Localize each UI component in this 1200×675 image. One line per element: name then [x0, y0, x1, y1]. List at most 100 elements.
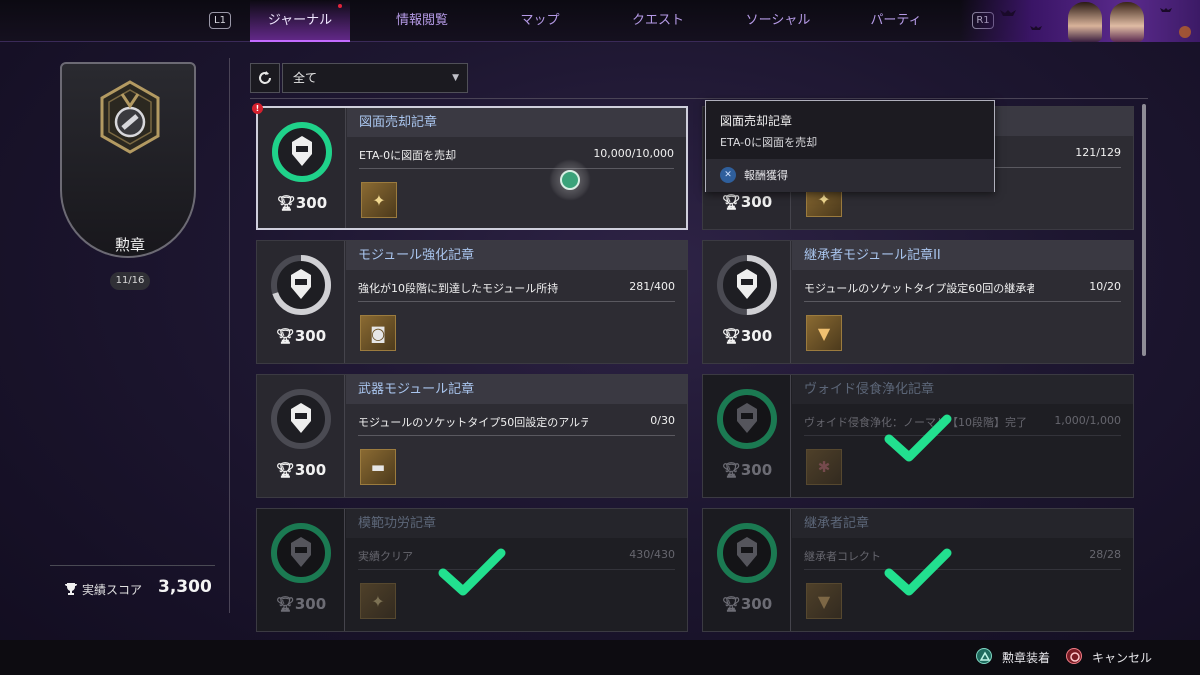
score-label: 実績スコア [82, 583, 143, 597]
card-points: 🏆︎300 [257, 461, 345, 479]
claim-reward-label: 報酬獲得 [744, 169, 788, 182]
achievement-card[interactable]: 🏆︎300 図面売却記章 ETA-0に図面を売却 10,000/10,000 ✦ [256, 106, 688, 230]
points-value: 300 [740, 327, 773, 345]
achievement-score: 実績スコア 3,300 [60, 576, 212, 600]
filter-dropdown[interactable]: 全て ▼ [282, 63, 468, 93]
tab-map[interactable]: マップ [490, 0, 590, 42]
gun-icon: ▬ [370, 458, 386, 476]
top-nav-bar: L1 ジャーナル 情報閲覧 マップ クエスト ソーシャル パーティ R1 [0, 0, 1200, 42]
medal-panel[interactable]: 勲章 11/16 [60, 62, 196, 290]
progress-ring [272, 122, 332, 182]
card-progress: 10,000/10,000 [593, 147, 674, 160]
refresh-icon [259, 71, 271, 84]
achievement-card[interactable]: 🏆︎300 継承者記章 継承者コレクト 28/28 ▼ [702, 508, 1134, 632]
void-icon: ✱ [817, 458, 831, 476]
progress-ring [717, 255, 777, 315]
points-value: 300 [740, 595, 773, 613]
divider [229, 58, 230, 613]
triangle-button-icon [976, 648, 992, 664]
reward-item[interactable]: ▼ [806, 315, 842, 351]
reward-item[interactable]: ▬ [360, 449, 396, 485]
reward-item[interactable]: ✦ [361, 182, 397, 218]
achievement-tooltip: 図面売却記章 ETA-0に図面を売却 ✕ 報酬獲得 [705, 100, 995, 192]
card-points: 🏆︎300 [703, 595, 791, 613]
achievement-card[interactable]: 🏆︎300 武器モジュール記章 モジュールのソケットタイプ50回設定のアルティ…… [256, 374, 688, 498]
tooltip-title: 図面売却記章 [720, 114, 793, 128]
character-portrait [1110, 2, 1144, 42]
card-title: 継承者モジュール記章II [792, 241, 1133, 270]
medal-title: 勲章 [114, 236, 145, 254]
card-emblem-area: 🏆︎300 [257, 509, 345, 631]
button-hint-bar: 勲章装着 キャンセル [0, 640, 1200, 675]
card-points: 🏆︎300 [703, 193, 791, 211]
medal-count-badge: 11/16 [110, 272, 150, 290]
tab-journal[interactable]: ジャーナル [250, 0, 350, 42]
filter-value: 全て [293, 71, 318, 85]
card-points: 🏆︎300 [257, 327, 345, 345]
character-portrait [1068, 2, 1102, 42]
divider [50, 565, 215, 566]
achievement-card[interactable]: 🏆︎300 ヴォイド侵食浄化記章 ヴォイド侵食浄化：ノーマル【10段階】完了 1… [702, 374, 1134, 498]
tab-label: マップ [520, 13, 560, 28]
tab-party[interactable]: パーティ [846, 0, 946, 42]
achievement-card[interactable]: 🏆︎300 モジュール強化記章 強化が10段階に到達したモジュール所持 281/… [256, 240, 688, 364]
claim-reward-row[interactable]: ✕ 報酬獲得 [706, 159, 994, 192]
trophy-icon: 🏆︎ [275, 461, 295, 479]
star-badge-icon: ✦ [371, 591, 385, 611]
l1-shoulder-button[interactable]: L1 [209, 12, 231, 29]
trophy-icon: 🏆︎ [721, 327, 741, 345]
tab-quest[interactable]: クエスト [608, 0, 708, 42]
chevron-down-icon: ▼ [452, 73, 459, 83]
medal-emblem-icon [100, 80, 160, 154]
star-badge-icon: ✦ [817, 189, 831, 209]
cancel-hint[interactable]: キャンセル [1092, 649, 1152, 666]
card-title: 模範功労記章 [346, 509, 687, 538]
card-points: 🏆︎300 [703, 327, 791, 345]
star-badge-icon: ✦ [372, 190, 386, 210]
cursor-dot [560, 170, 580, 190]
reward-item[interactable]: ✦ [360, 583, 396, 619]
card-emblem-area: 🏆︎300 [257, 375, 345, 497]
tab-label: パーティ [870, 13, 922, 28]
points-value: 300 [295, 194, 328, 212]
card-description: モジュールのソケットタイプ設定60回の継承者コ… [804, 282, 1034, 295]
checkmark-icon [438, 548, 506, 596]
points-value: 300 [294, 461, 327, 479]
controller-cursor [549, 159, 591, 201]
card-progress: 1,000/1,000 [1054, 414, 1121, 427]
trophy-icon: 🏆︎ [275, 595, 295, 613]
card-progress: 430/430 [629, 548, 675, 561]
card-points: 🏆︎300 [258, 194, 346, 212]
progress-ring [271, 523, 331, 583]
achievement-card[interactable]: 🏆︎300 模範功労記章 実績クリア 430/430 ✦ [256, 508, 688, 632]
trophy-icon: 🏆︎ [721, 595, 741, 613]
achievement-card[interactable]: 🏆︎300 継承者モジュール記章II モジュールのソケットタイプ設定60回の継承… [702, 240, 1134, 364]
tooltip-description: ETA-0に図面を売却 [720, 136, 818, 149]
progress-ring [717, 523, 777, 583]
checkmark-icon [884, 414, 952, 462]
tab-social[interactable]: ソーシャル [728, 0, 828, 42]
reward-item[interactable]: ▼ [806, 583, 842, 619]
progress-ring [271, 255, 331, 315]
card-progress: 281/400 [629, 280, 675, 293]
card-points: 🏆︎300 [257, 595, 345, 613]
divider [359, 168, 674, 169]
refresh-button[interactable] [250, 63, 280, 93]
card-title: モジュール強化記章 [346, 241, 687, 270]
score-value: 3,300 [158, 577, 212, 597]
progress-ring [717, 389, 777, 449]
notification-dot [338, 4, 342, 8]
divider [358, 435, 675, 436]
tab-label: ジャーナル [267, 13, 333, 28]
tab-info[interactable]: 情報閲覧 [372, 0, 472, 42]
card-title: 図面売却記章 [347, 108, 686, 137]
trophy-icon: 🏆︎ [275, 327, 295, 345]
card-emblem-area: 🏆︎300 [703, 375, 791, 497]
reward-item[interactable]: ◙ [360, 315, 396, 351]
card-emblem-area: 🏆︎300 [257, 241, 345, 363]
card-title: 武器モジュール記章 [346, 375, 687, 404]
divider [358, 569, 675, 570]
scrollbar[interactable] [1142, 104, 1146, 356]
reward-item[interactable]: ✱ [806, 449, 842, 485]
equip-medal-hint[interactable]: 勲章装着 [1002, 649, 1050, 666]
